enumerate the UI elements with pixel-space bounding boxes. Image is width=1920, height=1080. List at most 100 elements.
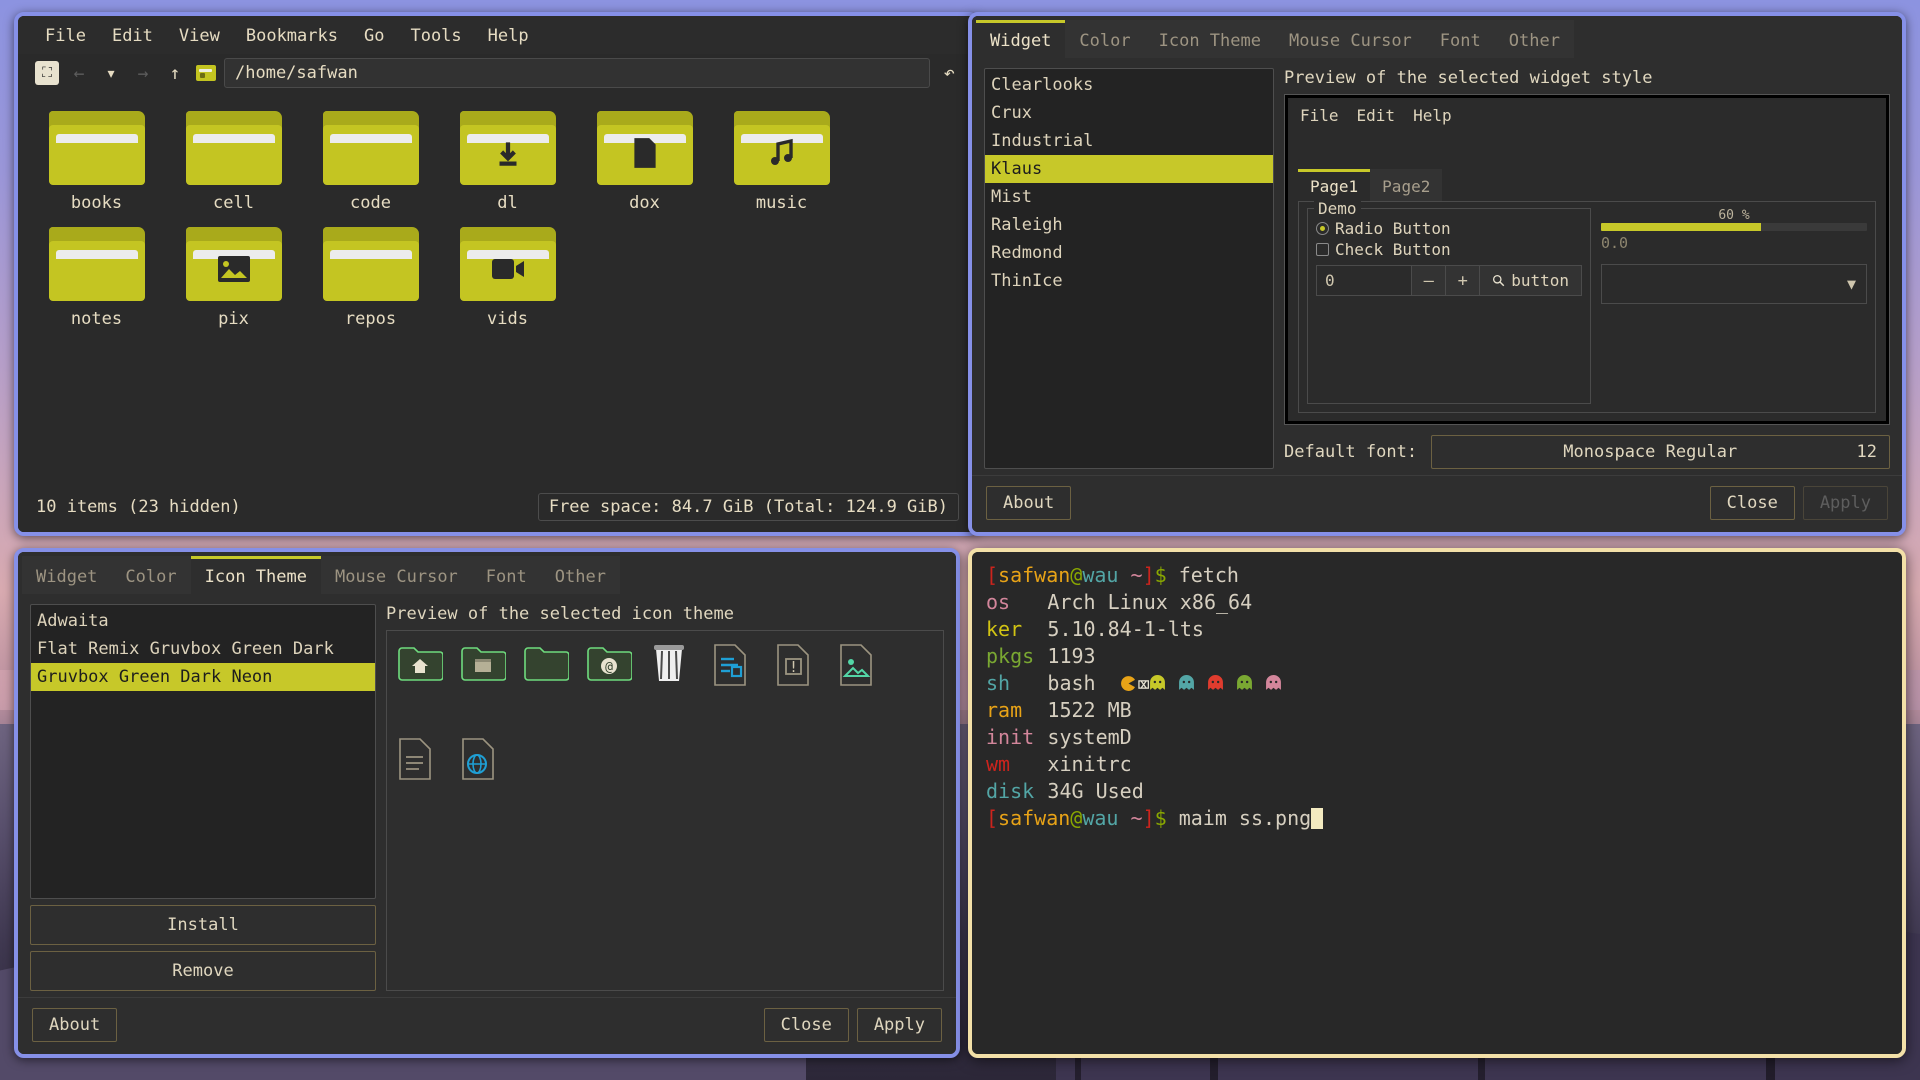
- close-button[interactable]: Close: [763, 1008, 849, 1042]
- tab-font[interactable]: Font: [1425, 20, 1495, 58]
- preview-radio-label: Radio Button: [1335, 219, 1451, 238]
- fetch-key: wm: [986, 752, 1011, 776]
- file-manager-window[interactable]: File Edit View Bookmarks Go Tools Help ⛶…: [14, 12, 979, 536]
- file-item[interactable]: pix: [165, 227, 302, 329]
- widget-dialog-footer: About Close Apply: [972, 475, 1902, 532]
- tab-color[interactable]: Color: [111, 556, 191, 594]
- file-item-label: music: [755, 193, 808, 213]
- preview-check-row[interactable]: Check Button: [1316, 240, 1582, 259]
- file-item[interactable]: dox: [576, 111, 713, 213]
- close-button[interactable]: Close: [1709, 486, 1795, 520]
- menu-bookmarks[interactable]: Bookmarks: [233, 22, 351, 50]
- preview-group-title: Demo: [1314, 199, 1361, 218]
- file-item-label: repos: [344, 309, 397, 329]
- menu-go[interactable]: Go: [351, 22, 397, 50]
- font-size: 12: [1856, 442, 1877, 462]
- about-button[interactable]: About: [32, 1008, 118, 1042]
- up-button[interactable]: ↑: [160, 59, 190, 87]
- tab-widget[interactable]: Widget: [22, 556, 112, 594]
- fetch-row: init systemD: [986, 724, 1888, 751]
- tab-other[interactable]: Other: [540, 556, 620, 594]
- folder-download-icon: [459, 111, 556, 185]
- remove-button[interactable]: Remove: [30, 951, 376, 991]
- terminal-current-line[interactable]: [safwan@wau ~]$ maim ss.png: [986, 805, 1888, 832]
- file-item-label: notes: [70, 309, 123, 329]
- preview-menu-edit[interactable]: Edit: [1357, 106, 1396, 125]
- forward-button[interactable]: →: [128, 59, 158, 87]
- file-item[interactable]: notes: [28, 227, 165, 329]
- tab-color[interactable]: Color: [1065, 20, 1145, 58]
- tab-icon-theme[interactable]: Icon Theme: [1144, 20, 1275, 58]
- apply-button[interactable]: Apply: [856, 1008, 942, 1042]
- widget-style-item[interactable]: Raleigh: [985, 211, 1273, 239]
- folder-network-icon: @: [586, 643, 633, 689]
- file-item[interactable]: cell: [165, 111, 302, 213]
- icon-theme-list[interactable]: Adwaita Flat Remix Gruvbox Green Dark Gruv…: [30, 604, 376, 899]
- tab-font[interactable]: Font: [471, 556, 541, 594]
- home-button[interactable]: ⛶: [32, 59, 62, 87]
- path-input[interactable]: /home/safwan: [224, 58, 930, 88]
- icon-theme-item[interactable]: Flat Remix Gruvbox Green Dark: [31, 635, 375, 663]
- spin-plus-button[interactable]: +: [1445, 266, 1480, 295]
- widget-style-item[interactable]: Redmond: [985, 239, 1273, 267]
- svg-text:!: !: [789, 658, 798, 676]
- file-item[interactable]: dl: [439, 111, 576, 213]
- terminal-window[interactable]: [safwan@wau ~]$ fetch os Arch Linux x86_64…: [968, 548, 1906, 1058]
- spin-minus-button[interactable]: –: [1411, 266, 1446, 295]
- icon-theme-item[interactable]: Gruvbox Green Dark Neon: [31, 663, 375, 691]
- reload-icon[interactable]: ↶: [932, 62, 963, 84]
- menu-edit[interactable]: Edit: [99, 22, 166, 50]
- install-button[interactable]: Install: [30, 905, 376, 945]
- folder-video-icon: [459, 227, 556, 301]
- preview-spinbox[interactable]: 0 – + button: [1316, 265, 1582, 296]
- widget-style-item[interactable]: Industrial: [985, 127, 1273, 155]
- menu-file[interactable]: File: [32, 22, 99, 50]
- preview-tab-page1[interactable]: Page1: [1298, 169, 1371, 201]
- menu-tools[interactable]: Tools: [397, 22, 474, 50]
- qt-config-widget-window[interactable]: Widget Color Icon Theme Mouse Cursor Font Oth…: [968, 12, 1906, 536]
- widget-style-item[interactable]: Clearlooks: [985, 71, 1273, 99]
- fetch-key: sh: [986, 671, 1011, 695]
- file-list-area[interactable]: books cell code dl dox music notes pix repos vids: [18, 97, 975, 488]
- menu-help[interactable]: Help: [475, 22, 542, 50]
- about-button[interactable]: About: [986, 486, 1072, 520]
- folder-icon: [322, 111, 419, 185]
- widget-style-item[interactable]: Crux: [985, 99, 1273, 127]
- widget-style-item[interactable]: Mist: [985, 183, 1273, 211]
- apply-button[interactable]: Apply: [1802, 486, 1888, 520]
- preview-menu-help[interactable]: Help: [1413, 106, 1452, 125]
- menu-view[interactable]: View: [166, 22, 233, 50]
- preview-button[interactable]: button: [1479, 266, 1581, 295]
- icon-theme-side-buttons: Install Remove: [30, 905, 376, 991]
- tab-widget[interactable]: Widget: [976, 20, 1066, 58]
- preview-menu-file[interactable]: File: [1300, 106, 1339, 125]
- tab-mouse-cursor[interactable]: Mouse Cursor: [320, 556, 472, 594]
- default-font-button[interactable]: Monospace Regular 12: [1431, 435, 1890, 469]
- file-item[interactable]: books: [28, 111, 165, 213]
- widget-dialog-tabbar: Widget Color Icon Theme Mouse Cursor Font Oth…: [972, 16, 1902, 58]
- folder-music-icon: [733, 111, 830, 185]
- file-item[interactable]: repos: [302, 227, 439, 329]
- file-item[interactable]: music: [713, 111, 850, 213]
- tab-other[interactable]: Other: [1494, 20, 1574, 58]
- spin-value[interactable]: 0: [1317, 266, 1411, 295]
- icon-theme-item[interactable]: Adwaita: [31, 607, 375, 635]
- tab-icon-theme[interactable]: Icon Theme: [190, 556, 321, 594]
- file-item-label: pix: [218, 309, 249, 329]
- preview-tab-page2[interactable]: Page2: [1370, 169, 1443, 201]
- file-item[interactable]: code: [302, 111, 439, 213]
- back-button[interactable]: ←: [64, 59, 94, 87]
- tab-mouse-cursor[interactable]: Mouse Cursor: [1274, 20, 1426, 58]
- folder-plain-icon: [523, 643, 570, 689]
- preview-page-panel: Demo Radio Button Check Button 0 – + but…: [1298, 199, 1876, 413]
- widget-style-item[interactable]: Klaus: [985, 155, 1273, 183]
- qt-config-icon-window[interactable]: Widget Color Icon Theme Mouse Cursor Font Oth…: [14, 548, 960, 1058]
- file-item[interactable]: vids: [439, 227, 576, 329]
- widget-style-list[interactable]: Clearlooks Crux Industrial Klaus Mist Raleigh…: [984, 68, 1274, 469]
- fetch-value: xinitrc: [1047, 752, 1132, 776]
- history-button[interactable]: ▾: [96, 59, 126, 87]
- widget-style-item[interactable]: ThinIce: [985, 267, 1273, 295]
- terminal-content[interactable]: [safwan@wau ~]$ fetch os Arch Linux x86_64…: [972, 552, 1902, 1054]
- preview-radio-row[interactable]: Radio Button: [1316, 219, 1582, 238]
- preview-combobox[interactable]: ▼: [1601, 264, 1867, 304]
